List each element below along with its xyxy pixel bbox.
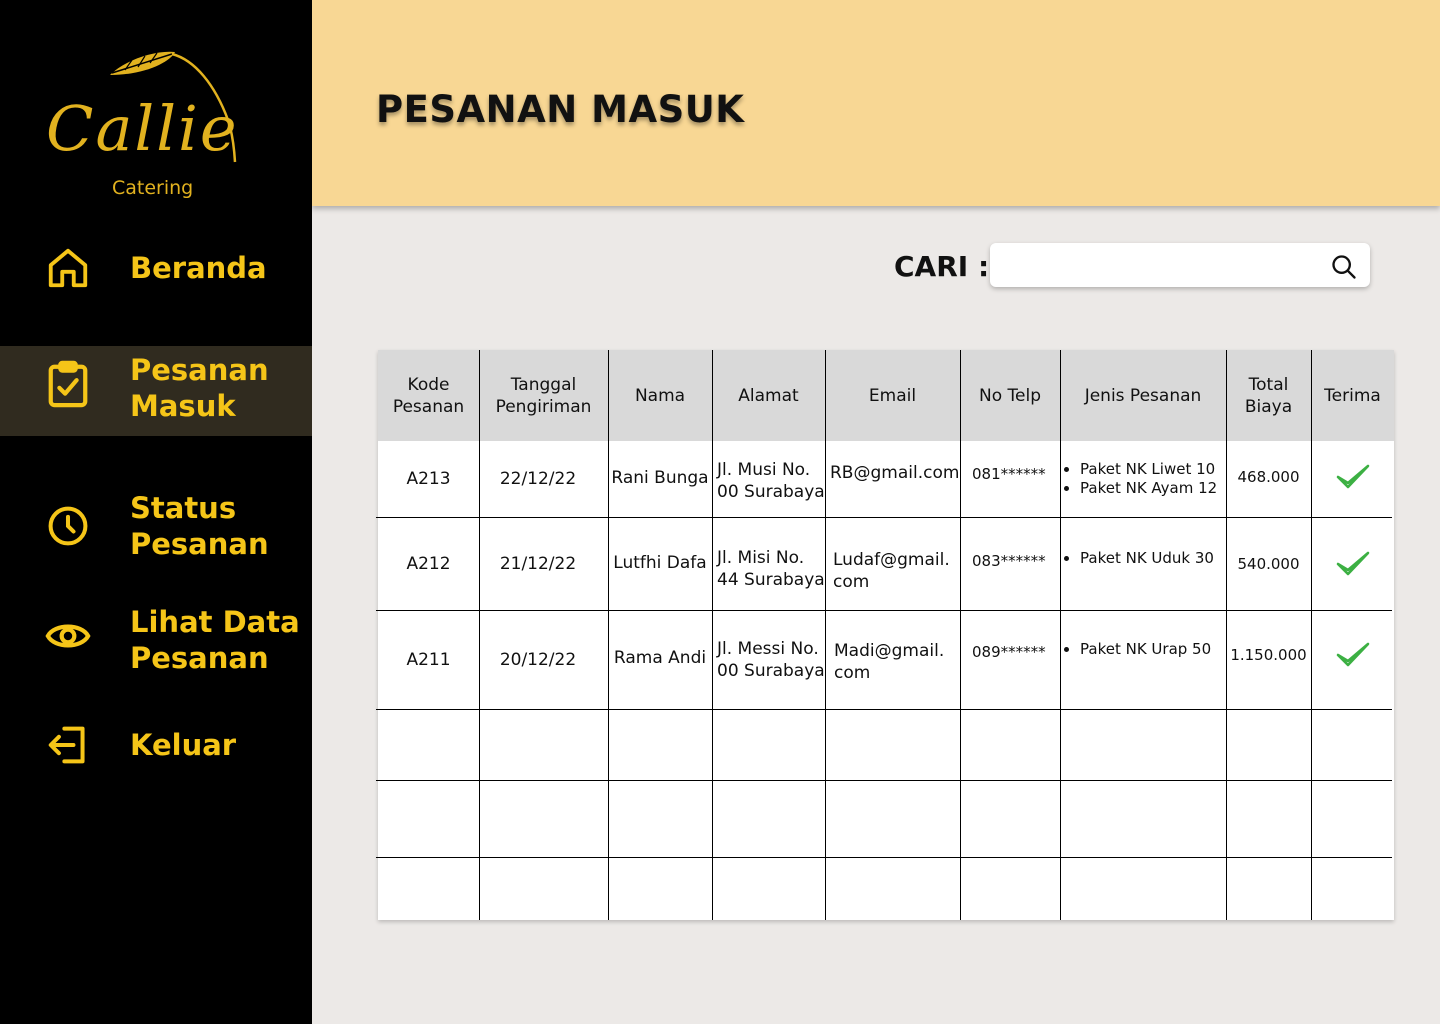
cell-total: 540.000 — [1237, 554, 1300, 573]
clipboard-check-icon — [44, 360, 92, 408]
col-header-terima: Terima — [1324, 385, 1381, 406]
table-divider — [376, 780, 1392, 781]
col-header-no-telp: No Telp — [979, 385, 1041, 406]
cell-alamat-line2: 00 Surabaya — [717, 661, 825, 681]
search-icon[interactable] — [1330, 253, 1358, 281]
col-header-total-biaya: Total Biaya — [1244, 374, 1293, 417]
sidebar: Callie Catering Beranda Pesanan Masuk St… — [0, 0, 312, 1024]
cell-jenis: Paket NK Urap 50 — [1062, 640, 1224, 659]
cell-email-line1: Ludaf@gmail. — [833, 550, 950, 570]
col-header-alamat: Alamat — [738, 385, 799, 406]
clock-icon — [44, 502, 92, 550]
accept-button[interactable] — [1311, 517, 1394, 610]
sidebar-item-lihat-data-pesanan[interactable]: Lihat Data Pesanan — [0, 598, 312, 682]
cell-tanggal: 21/12/22 — [499, 553, 577, 574]
cell-nama: Rama Andi — [613, 647, 707, 668]
sidebar-item-label: Lihat Data Pesanan — [130, 605, 300, 675]
cell-email-line2: com — [834, 663, 871, 683]
cell-kode: A212 — [406, 553, 451, 574]
table-divider — [712, 350, 713, 920]
cell-alamat-line1: Jl. Misi No. — [717, 548, 805, 568]
logout-icon — [44, 721, 92, 769]
cell-alamat-line1: Jl. Messi No. — [717, 639, 819, 659]
cell-email-line2: com — [833, 572, 870, 592]
sidebar-item-pesanan-masuk[interactable]: Pesanan Masuk — [0, 346, 312, 436]
eye-icon — [44, 612, 92, 660]
check-icon — [1336, 642, 1369, 667]
cell-telp: 081****** — [972, 465, 1046, 483]
list-item: Paket NK Urap 50 — [1080, 640, 1211, 659]
brand-tagline: Catering — [112, 177, 194, 199]
col-header-jenis-pesanan: Jenis Pesanan — [1084, 385, 1202, 406]
table-divider — [960, 350, 961, 920]
col-header-nama: Nama — [634, 385, 686, 406]
cell-kode: A213 — [406, 469, 451, 489]
page-title: PESANAN MASUK — [376, 88, 745, 131]
page-header: PESANAN MASUK — [312, 0, 1440, 206]
list-item: Paket NK Liwet 10 — [1080, 460, 1217, 479]
cell-email-line1: Madi@gmail. — [834, 641, 945, 661]
sidebar-item-status-pesanan[interactable]: Status Pesanan — [0, 484, 312, 568]
cell-alamat-line1: Jl. Musi No. — [717, 460, 811, 480]
cell-tanggal: 20/12/22 — [499, 649, 577, 670]
cell-telp: 083****** — [972, 552, 1046, 570]
cell-jenis: Paket NK Uduk 30 — [1062, 549, 1224, 568]
table-divider — [1060, 350, 1061, 920]
brand-name: Callie — [46, 92, 239, 165]
col-header-kode-pesanan: Kode Pesanan — [392, 374, 465, 417]
search-box — [990, 243, 1370, 287]
search-input[interactable] — [1000, 249, 1304, 283]
sidebar-item-beranda[interactable]: Beranda — [0, 232, 312, 304]
sidebar-item-label: Keluar — [130, 728, 237, 762]
col-header-tanggal-pengiriman: Tanggal Pengiriman — [495, 374, 592, 417]
accept-button[interactable] — [1311, 441, 1394, 513]
list-item: Paket NK Uduk 30 — [1080, 549, 1214, 568]
table-divider — [825, 350, 826, 920]
cell-kode: A211 — [406, 649, 451, 670]
list-item: Paket NK Ayam 12 — [1080, 479, 1217, 498]
cell-nama: Rani Bunga — [611, 468, 709, 488]
orders-table: Kode Pesanan Tanggal Pengiriman Nama Ala… — [376, 350, 1394, 920]
check-icon — [1336, 551, 1369, 575]
sidebar-item-label: Beranda — [130, 251, 267, 285]
cell-telp: 089****** — [972, 643, 1046, 661]
cell-tanggal: 22/12/22 — [499, 469, 577, 489]
cell-nama: Lutfhi Dafa — [613, 552, 707, 573]
cell-jenis: Paket NK Liwet 10Paket NK Ayam 12 — [1062, 460, 1224, 498]
home-icon — [44, 244, 92, 292]
accept-button[interactable] — [1311, 610, 1394, 700]
search-label: CARI : — [894, 250, 990, 283]
sidebar-item-label: Status Pesanan — [130, 491, 269, 561]
check-icon — [1336, 464, 1369, 489]
table-divider — [376, 709, 1392, 710]
cell-total: 1.150.000 — [1230, 646, 1307, 664]
cell-alamat-line2: 44 Surabaya — [717, 570, 825, 590]
cell-total: 468.000 — [1237, 468, 1300, 486]
cell-email: RB@gmail.com — [830, 463, 960, 483]
sidebar-item-label: Pesanan Masuk — [130, 353, 269, 423]
sidebar-item-keluar[interactable]: Keluar — [0, 718, 312, 772]
col-header-email: Email — [868, 385, 917, 406]
cell-alamat-line2: 00 Surabaya — [717, 482, 825, 502]
callie-catering-logo: Callie Catering — [40, 40, 270, 210]
table-divider — [376, 857, 1392, 858]
